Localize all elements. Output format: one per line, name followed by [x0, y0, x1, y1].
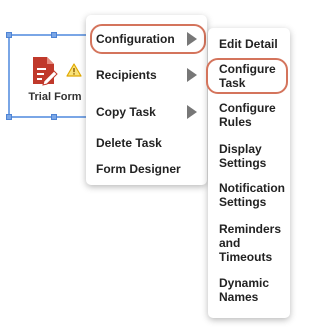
menu-item-form-designer[interactable]: Form Designer	[96, 162, 181, 176]
menu-item-delete-task[interactable]: Delete Task	[96, 136, 162, 150]
form-edit-icon	[30, 56, 58, 91]
submenu-item-edit-detail[interactable]: Edit Detail	[219, 37, 278, 51]
chevron-right-icon	[187, 32, 197, 46]
submenu-item-configure-task[interactable]: Configure Task	[219, 62, 276, 90]
chevron-right-icon	[187, 105, 197, 119]
submenu-item-configure-rules[interactable]: Configure Rules	[219, 101, 276, 129]
chevron-right-icon	[187, 68, 197, 82]
resize-handle-bc[interactable]	[51, 114, 57, 120]
context-menu: Configuration Recipients Copy Task Delet…	[86, 15, 207, 185]
resize-handle-tc[interactable]	[51, 32, 57, 38]
submenu-item-dynamic-names[interactable]: Dynamic Names	[219, 276, 269, 304]
resize-handle-tl[interactable]	[6, 32, 12, 38]
submenu-item-notification-settings[interactable]: Notification Settings	[219, 181, 285, 209]
menu-item-configuration[interactable]: Configuration	[96, 32, 175, 46]
submenu-item-display-settings[interactable]: Display Settings	[219, 142, 266, 170]
menu-item-recipients[interactable]: Recipients	[96, 68, 157, 82]
submenu-item-reminders-timeouts[interactable]: Reminders and Timeouts	[219, 222, 281, 264]
menu-item-copy-task[interactable]: Copy Task	[96, 105, 156, 119]
resize-handle-bl[interactable]	[6, 114, 12, 120]
warning-triangle-icon	[66, 63, 82, 82]
configuration-submenu: Edit Detail Configure Task Configure Rul…	[208, 28, 290, 318]
